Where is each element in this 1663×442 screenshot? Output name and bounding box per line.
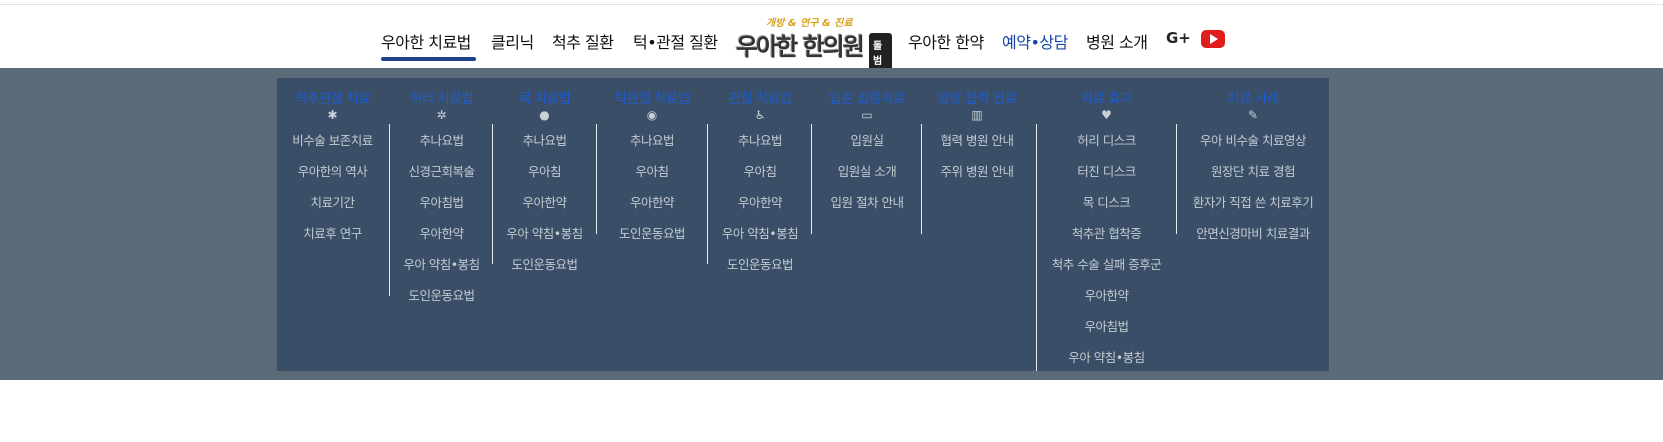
menu-link[interactable]: 입원실 bbox=[812, 130, 922, 161]
nav-item-herbal-medicine[interactable]: 우아한 한약 bbox=[908, 29, 984, 53]
menu-link[interactable]: 우아한약 bbox=[708, 192, 812, 223]
menu-link[interactable]: 척추 수술 실패 증후군 bbox=[1036, 254, 1177, 285]
menu-link[interactable]: 허리 디스크 bbox=[1036, 130, 1177, 161]
nav-item-treatment[interactable]: 우아한 치료법 bbox=[381, 29, 471, 53]
menu-heading[interactable]: 입원 집중치료 bbox=[812, 87, 922, 107]
nav-item-jaw-joint-disease[interactable]: 턱•관절 질환 bbox=[633, 29, 718, 53]
column-divider bbox=[1036, 124, 1037, 371]
logo-name: 우아한 한의원 bbox=[736, 33, 865, 61]
menu-link[interactable]: 척추관 협착증 bbox=[1036, 223, 1177, 254]
menu-link[interactable]: 도인운동요법 bbox=[708, 254, 812, 285]
menu-link[interactable]: 우아한약 bbox=[1036, 285, 1177, 316]
menu-link[interactable]: 입원 절차 안내 bbox=[812, 192, 922, 223]
page-content-area bbox=[0, 380, 1663, 442]
nav-item-clinic[interactable]: 클리닉 bbox=[491, 29, 534, 53]
menu-link[interactable]: 추나요법 bbox=[493, 130, 596, 161]
menu-link[interactable]: 입원실 소개 bbox=[812, 161, 922, 192]
site-header: 우아한 치료법 클리닉 척추 질환 턱•관절 질환 개방 & 연구 & 진료 우… bbox=[0, 5, 1663, 71]
menu-link[interactable]: 협력 병원 안내 bbox=[922, 130, 1032, 161]
nav-item-spine-disease[interactable]: 척추 질환 bbox=[552, 29, 614, 53]
spine-icon: ✱ bbox=[327, 108, 338, 122]
menu-link[interactable]: 우아침 bbox=[597, 161, 707, 192]
menu-link[interactable]: 우아한의 역사 bbox=[277, 161, 388, 192]
menu-link[interactable]: 우아한약 bbox=[390, 223, 493, 254]
menu-link[interactable]: 목 디스크 bbox=[1036, 192, 1177, 223]
menu-link[interactable]: 터진 디스크 bbox=[1036, 161, 1177, 192]
hospital-icon: ▥ bbox=[971, 108, 983, 122]
joint-icon: ♿ bbox=[754, 108, 766, 122]
menu-heading[interactable]: 양방 협력 진료 bbox=[922, 87, 1032, 107]
menu-link[interactable]: 우아 약침•봉침 bbox=[1036, 347, 1177, 378]
menu-link[interactable]: 우아침 bbox=[493, 161, 596, 192]
note-icon: ✎ bbox=[1247, 108, 1259, 122]
menu-link[interactable]: 주위 병원 안내 bbox=[922, 161, 1032, 192]
menu-link[interactable]: 우아 약침•봉침 bbox=[493, 223, 596, 254]
google-plus-link[interactable]: G+ bbox=[1166, 29, 1191, 47]
menu-link[interactable]: 추나요법 bbox=[597, 130, 707, 161]
menu-heading[interactable]: 치료 효과 bbox=[1036, 87, 1177, 107]
clinic-logo[interactable]: 개방 & 연구 & 진료 우아한 한의원 돌범 bbox=[736, 13, 892, 71]
menu-heading[interactable]: 허리 치료법 bbox=[390, 87, 493, 107]
neck-icon: ● bbox=[539, 108, 550, 122]
menu-link[interactable]: 환자가 직접 쓴 치료후기 bbox=[1177, 192, 1329, 223]
back-icon: ✲ bbox=[436, 108, 447, 122]
logo-badge: 돌범 bbox=[869, 33, 892, 71]
menu-link[interactable]: 우아한약 bbox=[597, 192, 707, 223]
jaw-icon: ◉ bbox=[646, 108, 658, 122]
menu-heading[interactable]: 관절 치료법 bbox=[708, 87, 812, 107]
youtube-icon[interactable] bbox=[1201, 30, 1225, 48]
bed-icon: ▭ bbox=[861, 108, 873, 122]
menu-link[interactable]: 우아 비수술 치료영상 bbox=[1177, 130, 1329, 161]
nav-item-reservation[interactable]: 예약•상담 bbox=[1002, 29, 1068, 53]
menu-link[interactable]: 우아침법 bbox=[1036, 316, 1177, 347]
mega-menu-panel: 척추관절 치료 ✱ 비수술 보존치료 우아한의 역사 치료기간 치료후 연구 허… bbox=[277, 78, 1329, 371]
column-divider bbox=[921, 124, 922, 234]
active-nav-indicator bbox=[381, 57, 476, 61]
nav-item-about[interactable]: 병원 소개 bbox=[1086, 29, 1148, 53]
care-icon: ♥ bbox=[1101, 108, 1112, 122]
menu-link[interactable]: 원장단 치료 경험 bbox=[1177, 161, 1329, 192]
menu-link[interactable]: 신경근회복술 bbox=[390, 161, 493, 192]
menu-link[interactable]: 도인운동요법 bbox=[597, 223, 707, 254]
menu-link[interactable]: 도인운동요법 bbox=[493, 254, 596, 285]
menu-heading[interactable]: 목 치료법 bbox=[493, 87, 596, 107]
menu-heading[interactable]: 치료 사례 bbox=[1177, 87, 1329, 107]
menu-link[interactable]: 치료후 연구 bbox=[277, 223, 388, 254]
menu-heading[interactable]: 척추관절 치료 bbox=[277, 87, 388, 107]
menu-link[interactable]: 추나요법 bbox=[708, 130, 812, 161]
menu-link[interactable]: 안면신경마비 치료결과 bbox=[1177, 223, 1329, 254]
menu-link[interactable]: 도인운동요법 bbox=[390, 285, 493, 316]
menu-link[interactable]: 치료기간 bbox=[277, 192, 388, 223]
menu-link[interactable]: 우아 약침•봉침 bbox=[390, 254, 493, 285]
menu-link[interactable]: 비수술 보존치료 bbox=[277, 130, 388, 161]
menu-heading[interactable]: 턱관절 치료법 bbox=[597, 87, 707, 107]
menu-link[interactable]: 추나요법 bbox=[390, 130, 493, 161]
menu-link[interactable]: 우아한약 bbox=[493, 192, 596, 223]
menu-link[interactable]: 우아침 bbox=[708, 161, 812, 192]
menu-link[interactable]: 우아 약침•봉침 bbox=[708, 223, 812, 254]
menu-link[interactable]: 우아침법 bbox=[390, 192, 493, 223]
